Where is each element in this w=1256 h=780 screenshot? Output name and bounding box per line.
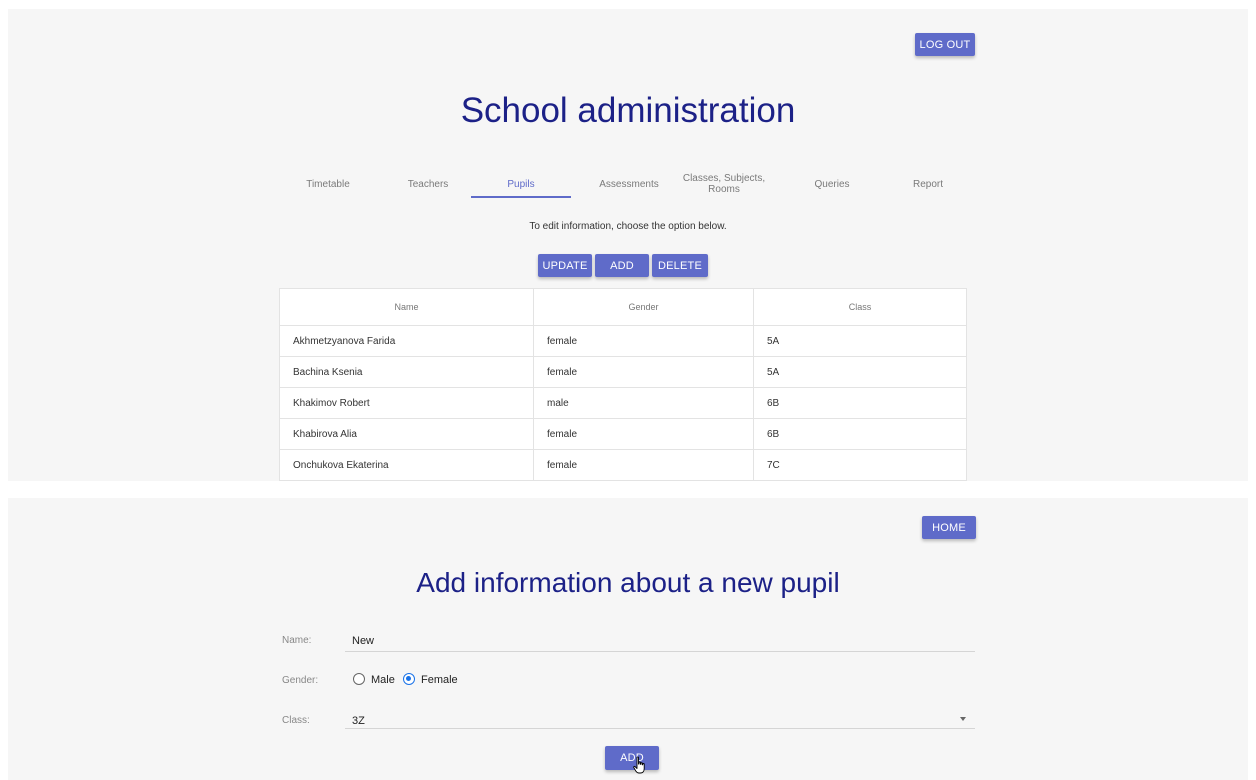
table-row[interactable]: Onchukova Ekaterina female 7C: [280, 450, 966, 481]
column-header-class[interactable]: Class: [753, 289, 966, 325]
gender-female-label[interactable]: Female: [421, 674, 458, 686]
hand-cursor-icon: [633, 756, 645, 774]
pupils-table: Name Gender Class Akhmetzyanova Farida f…: [279, 288, 967, 481]
cell-class: 5A: [753, 357, 966, 387]
instruction-text: To edit information, choose the option b…: [529, 221, 727, 232]
cell-name: Khabirova Alia: [293, 428, 357, 440]
table-row[interactable]: Bachina Ksenia female 5A: [280, 357, 966, 388]
submit-add-button[interactable]: ADD: [605, 746, 659, 770]
form-title: Add information about a new pupil: [416, 567, 840, 598]
table-row[interactable]: Khakimov Robert male 6B: [280, 388, 966, 419]
tab-classes-subjects-rooms[interactable]: Classes, Subjects, Rooms: [674, 167, 774, 201]
column-header-gender[interactable]: Gender: [533, 289, 753, 325]
tab-assessments[interactable]: Assessments: [579, 167, 679, 201]
tab-timetable[interactable]: Timetable: [278, 167, 378, 201]
name-input-underline: [345, 651, 975, 652]
add-button[interactable]: ADD: [595, 254, 649, 277]
dropdown-arrow-icon[interactable]: [960, 717, 966, 721]
column-header-name[interactable]: Name: [280, 289, 533, 325]
cell-gender: female: [533, 419, 753, 449]
cell-gender: male: [533, 388, 753, 418]
update-button[interactable]: UPDATE: [538, 254, 592, 277]
active-tab-indicator: [471, 196, 571, 198]
tab-report[interactable]: Report: [878, 167, 978, 201]
cell-class: 5A: [753, 326, 966, 356]
class-select[interactable]: 3Z: [352, 715, 365, 727]
tab-bar: Timetable Teachers Pupils Assessments Cl…: [278, 167, 978, 201]
delete-button[interactable]: DELETE: [652, 254, 708, 277]
tab-queries[interactable]: Queries: [782, 167, 882, 201]
cell-class: 6B: [753, 388, 966, 418]
add-pupil-panel: HOME Add information about a new pupil N…: [8, 498, 1248, 780]
gender-male-label[interactable]: Male: [371, 674, 395, 686]
admin-panel: LOG OUT School administration Timetable …: [8, 9, 1248, 481]
name-label: Name:: [282, 635, 312, 646]
class-label: Class:: [282, 715, 310, 726]
cell-name: Akhmetzyanova Farida: [293, 335, 396, 347]
tab-teachers[interactable]: Teachers: [378, 167, 478, 201]
name-input[interactable]: New: [352, 635, 374, 647]
cell-class: 6B: [753, 419, 966, 449]
table-row[interactable]: Khabirova Alia female 6B: [280, 419, 966, 450]
cell-gender: female: [533, 357, 753, 387]
cell-gender: female: [533, 450, 753, 480]
logout-button[interactable]: LOG OUT: [915, 33, 975, 56]
home-button[interactable]: HOME: [922, 516, 976, 539]
cell-gender: female: [533, 326, 753, 356]
cell-name: Onchukova Ekaterina: [293, 459, 389, 471]
page-title: School administration: [460, 91, 796, 130]
class-select-underline: [345, 728, 975, 729]
cell-class: 7C: [753, 450, 966, 480]
gender-male-radio[interactable]: [353, 673, 365, 685]
table-row[interactable]: Akhmetzyanova Farida female 5A: [280, 326, 966, 357]
cell-name: Bachina Ksenia: [293, 366, 363, 378]
gender-label: Gender:: [282, 675, 319, 686]
cell-name: Khakimov Robert: [293, 397, 370, 409]
table-header-row: Name Gender Class: [280, 289, 966, 326]
gender-female-radio[interactable]: [403, 673, 415, 685]
